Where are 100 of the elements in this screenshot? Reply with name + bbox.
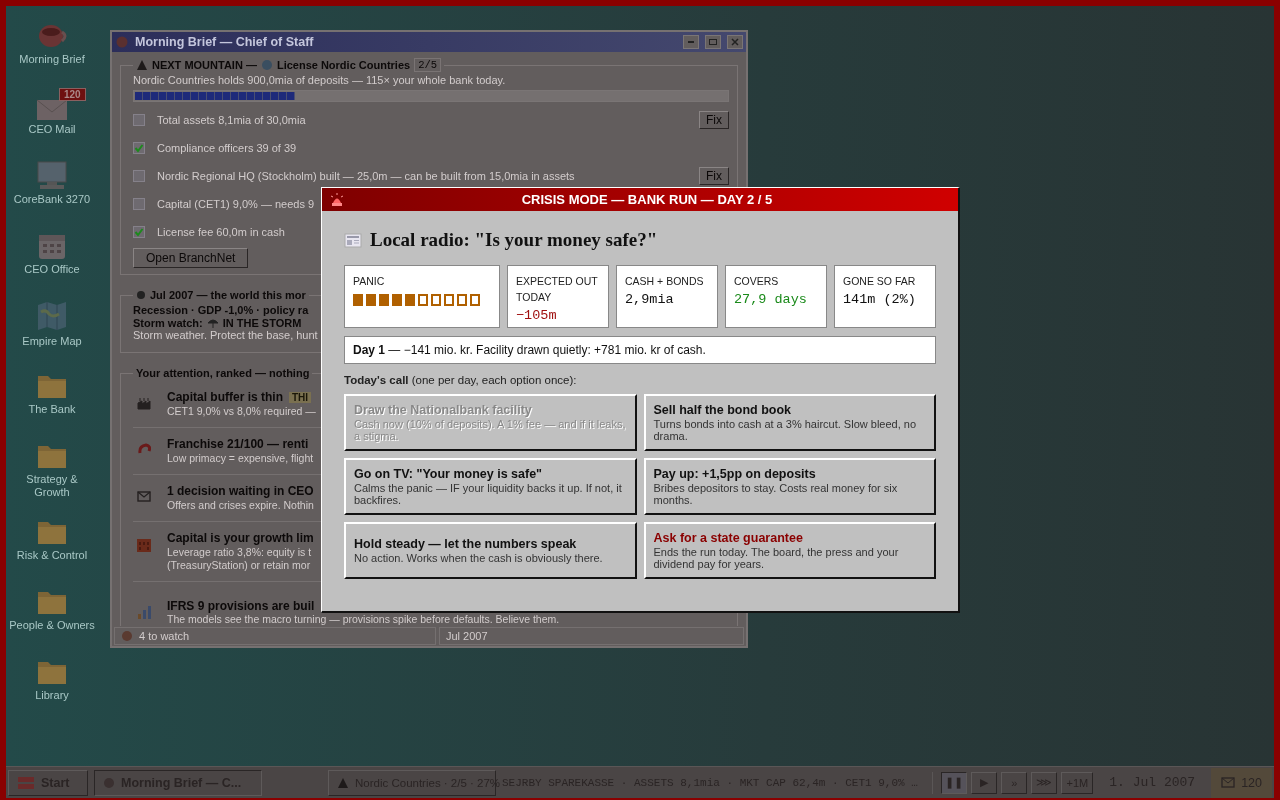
storm-status: IN THE STORM [222, 317, 302, 329]
bar-chart-icon [136, 604, 152, 620]
close-icon [731, 38, 739, 46]
computer-icon [35, 160, 69, 190]
checkbox[interactable] [133, 114, 145, 126]
storm-label: Storm watch: [133, 317, 203, 329]
desktop-icon[interactable]: Morning Brief [6, 16, 98, 86]
tag: THI [289, 391, 312, 403]
maximize-icon [709, 39, 717, 45]
dialog-title: CRISIS MODE — BANK RUN — DAY 2 / 5 [520, 192, 774, 207]
icon-label: Strategy & Growth [25, 473, 79, 499]
stat-label: EXPECTED OUT TODAY [516, 274, 599, 305]
stat-value: 2,9mia [625, 292, 675, 307]
section-heading: Your attention, ranked — nothing [136, 367, 310, 379]
desktop-icon[interactable]: Strategy & Growth [6, 436, 98, 512]
minimize-button[interactable] [683, 35, 699, 49]
siren-icon [330, 192, 344, 207]
option-button[interactable]: Ask for a state guarantee Ends the run today. The board, the press and your dividend pay for years. [643, 522, 936, 579]
checklist-item: Compliance officers 39 of 39 [157, 142, 297, 154]
dot-icon [136, 290, 146, 300]
step-counter: 2/5 [414, 58, 442, 72]
icon-label: CEO Office [23, 263, 81, 276]
building-icon [136, 536, 152, 552]
factory-icon [137, 395, 151, 410]
checkbox[interactable] [133, 170, 145, 182]
umbrella-icon [206, 317, 219, 329]
summary-text: Nordic Countries holds 900,0mia of deposits — 115× your whole bank today. [133, 74, 506, 86]
icon-label: Empire Map [21, 335, 83, 348]
headline: Local radio: "Is your money safe?" [370, 229, 658, 251]
checklist-item: Capital (CET1) 9,0% — needs 9 [157, 198, 315, 210]
desktop-icon[interactable]: Risk & Control [6, 512, 98, 582]
close-button[interactable] [727, 35, 743, 49]
alert-detail: (TreasuryStation) or retain mor [167, 559, 311, 571]
checklist-item: Total assets 8,1mia of 30,0mia [157, 114, 306, 126]
stat-label: PANIC [353, 274, 386, 289]
desktop-icon[interactable]: People & Owners [6, 582, 98, 652]
stat-value: 27,9 days [734, 292, 808, 307]
alert-detail: CET1 9,0% vs 8,0% required — [167, 405, 316, 417]
prompt-text: Today's call (one per day, each option once): [344, 374, 578, 386]
maximize-button[interactable] [705, 35, 721, 49]
minimize-icon [688, 41, 694, 43]
economy-status: Recession · GDP -1,0% · policy ra [133, 303, 309, 317]
icon-label: Morning Brief [18, 53, 86, 66]
desktop-icon[interactable]: CoreBank 3270 [6, 156, 98, 226]
icon-label: CoreBank 3270 [12, 193, 92, 206]
envelope-icon [1221, 776, 1236, 789]
fix-button[interactable]: Fix [699, 111, 729, 129]
icon-label: CEO Mail [27, 123, 77, 136]
stat-value: 141m (2%) [843, 292, 917, 307]
icon-label: People & Owners [8, 619, 96, 632]
alert-title: Capital is your growth lim [167, 531, 314, 545]
desktop-icon[interactable]: CEO Office [6, 226, 98, 296]
menu-icon [17, 775, 35, 790]
open-button[interactable]: Open BranchNet [133, 248, 249, 268]
option-button[interactable]: Sell half the bond book Turns bonds into cash at a 3% haircut. Slow bleed, no drama. [643, 394, 936, 451]
alert-title: IFRS 9 provisions are buil [167, 599, 315, 613]
stat-label: GONE SO FAR [843, 274, 917, 289]
checklist-item: License fee 60,0m in cash [157, 226, 285, 238]
alert-detail: The models see the macro turning — provisions spike before defaults. Believe them. [167, 613, 560, 625]
section-heading: Jul 2007 — the world this mor [150, 289, 306, 301]
count-badge: 120 [59, 88, 86, 101]
desktop-icon[interactable]: 120 CEO Mail [6, 86, 98, 156]
advice-text: Storm weather. Protect the base, hunt [133, 329, 318, 342]
stat-label: CASH + BONDS [625, 274, 705, 289]
alert-title: 1 decision waiting in CEO [167, 484, 314, 498]
desktop-icon[interactable]: The Bank [6, 366, 98, 436]
day-log: Day 1 — −141 mio. kr. Facility drawn quietly: +781 mio. kr of cash. [344, 336, 936, 364]
alert-detail: Offers and crises expire. Nothin [167, 499, 314, 511]
alert-detail: Low primacy = expensive, flight [167, 452, 314, 464]
option-button[interactable]: Go on TV: "Your money is safe" Calms the panic — IF your liquidity backs it up. If not, it backfires. [344, 458, 637, 515]
map-icon [35, 300, 69, 332]
desktop-icon[interactable]: Empire Map [6, 296, 98, 366]
alert-title: Franchise 21/100 — renti [167, 437, 309, 451]
goal-label: License Nordic Countries [276, 59, 411, 71]
checkbox[interactable] [133, 226, 145, 238]
mountain-icon [337, 776, 349, 789]
section-heading: NEXT MOUNTAIN — [152, 59, 257, 71]
check-icon [134, 227, 144, 237]
window-title: Morning Brief — Chief of Staff [135, 35, 315, 49]
icon-label: The Bank [27, 403, 77, 416]
check-icon [134, 143, 144, 153]
alert-detail: Leverage ratio 3,8%: equity is t [167, 546, 312, 558]
swirl-icon [137, 442, 151, 456]
fix-button[interactable]: Fix [699, 167, 729, 185]
checklist-item: Nordic Regional HQ (Stockholm) built — 25,0m — can be built from 15,0mia in assets [157, 170, 575, 182]
icon-label: Risk & Control [15, 549, 89, 562]
option-button[interactable]: Hold steady — let the numbers speak No action. Works when the cash is obviously there. [344, 522, 637, 579]
icon-label: Library [34, 689, 70, 702]
stat-label: COVERS [734, 274, 780, 289]
checkbox[interactable] [133, 198, 145, 210]
desktop-icon[interactable]: Library [6, 652, 98, 722]
stat-value: −105m [516, 308, 558, 323]
newspaper-icon [344, 231, 362, 249]
envelope-icon [137, 489, 151, 503]
option-button[interactable]: Pay up: +1,5pp on deposits Bribes depositors to stay. Costs real money for six months. [643, 458, 936, 515]
alert-title: Capital buffer is thin [167, 390, 283, 404]
mountain-icon [136, 59, 148, 71]
status-text: Jul 2007 [446, 630, 488, 642]
status-text: 4 to watch [139, 630, 190, 642]
checkbox[interactable] [133, 142, 145, 154]
